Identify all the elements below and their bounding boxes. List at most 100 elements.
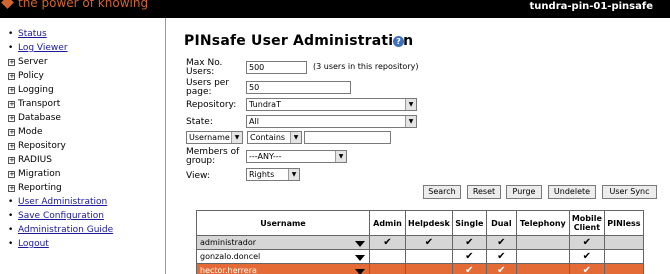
admin-cell[interactable]: ✔ [369,235,406,250]
filter-field-value: Username [189,133,230,142]
mobile-client-cell[interactable]: ✔ [568,249,605,264]
col-header-admin[interactable]: Admin [369,210,406,236]
filter-operator-select[interactable]: Contains ▼ [247,131,302,144]
expand-icon[interactable]: + [8,115,15,122]
admin-cell[interactable] [369,263,406,274]
expand-icon[interactable]: + [8,59,15,66]
filter-text-input[interactable] [304,131,391,144]
username-cell[interactable]: hector.herrera [196,263,370,274]
sidebar-item-migration[interactable]: + Migration [8,167,60,181]
expand-icon[interactable]: + [8,73,15,80]
sidebar-item-transport[interactable]: + Transport [8,97,60,111]
table-row[interactable]: administrador ✔ ✔ ✔ ✔ ✔ [196,235,644,250]
sidebar-link-save-configuration[interactable]: Save Configuration [18,211,104,221]
expand-icon[interactable]: + [8,171,15,178]
sidebar-item-save-configuration[interactable]: • Save Configuration [8,209,104,223]
sidebar-item-radius[interactable]: + RADIUS [8,153,52,167]
state-label: State: [186,117,213,127]
row-menu-icon[interactable] [355,269,365,274]
sidebar-item-server[interactable]: + Server [8,55,48,69]
telephony-cell[interactable] [515,235,570,250]
filter-operator-value: Contains [250,133,286,142]
col-header-mobile-line1: Mobile [571,214,602,223]
bullet-icon: • [8,43,14,53]
table-row[interactable]: hector.herrera ✔ ✔ ✔ [196,263,644,274]
expand-icon[interactable]: + [8,185,15,192]
sidebar-item-logout[interactable]: • Logout [8,237,49,251]
col-header-pinless[interactable]: PINless [603,210,644,236]
sidebar-label-repository: Repository [18,141,66,151]
username-cell[interactable]: gonzalo.doncel [196,249,370,264]
max-users-input[interactable]: 500 [246,61,307,74]
sidebar-link-logout[interactable]: Logout [18,239,49,249]
sidebar-item-repository[interactable]: + Repository [8,139,66,153]
col-header-username[interactable]: Username [196,210,370,236]
sidebar-item-reporting[interactable]: + Reporting [8,181,62,195]
reset-button[interactable]: Reset [467,185,501,199]
sidebar-item-user-administration[interactable]: • User Administration [8,195,107,209]
sidebar-item-logging[interactable]: + Logging [8,83,54,97]
row-menu-icon[interactable] [355,241,365,247]
sidebar-item-administration-guide[interactable]: • Administration Guide [8,223,113,237]
pinless-cell[interactable] [603,263,644,274]
bullet-icon: • [8,225,14,235]
dual-cell[interactable]: ✔ [485,249,517,264]
col-header-telephony[interactable]: Telephony [515,210,570,236]
single-cell[interactable]: ✔ [451,235,487,250]
sidebar-item-status[interactable]: • Status [8,27,47,41]
single-cell[interactable]: ✔ [451,263,487,274]
expand-icon[interactable]: + [8,101,15,108]
view-select[interactable]: Rights ▼ [246,168,300,181]
sidebar-item-policy[interactable]: + Policy [8,69,44,83]
telephony-cell[interactable] [515,249,570,264]
members-group-select[interactable]: ---ANY--- ▼ [246,150,347,163]
dual-cell[interactable]: ✔ [485,263,517,274]
dual-cell[interactable]: ✔ [485,235,517,250]
sidebar-item-mode[interactable]: + Mode [8,125,43,139]
telephony-cell[interactable] [515,263,570,274]
col-header-helpdesk[interactable]: Helpdesk [405,210,453,236]
admin-cell[interactable] [369,249,406,264]
purge-button[interactable]: Purge [506,185,542,199]
row-menu-icon[interactable] [355,255,365,261]
pinless-cell[interactable] [603,235,644,250]
sidebar-link-user-administration[interactable]: User Administration [18,197,107,207]
sidebar-item-database[interactable]: + Database [8,111,61,125]
sidebar-link-log-viewer[interactable]: Log Viewer [18,43,68,53]
expand-icon[interactable]: + [8,143,15,150]
sidebar-label-mode: Mode [18,127,43,137]
view-select-value: Rights [249,170,275,179]
helpdesk-cell[interactable] [405,263,453,274]
check-icon: ✔ [582,236,592,248]
filter-field-select[interactable]: Username ▼ [186,131,243,144]
repository-select[interactable]: TundraT ▼ [246,98,417,111]
mobile-client-cell[interactable]: ✔ [568,263,605,274]
table-row[interactable]: gonzalo.doncel ✔ ✔ ✔ [196,249,644,264]
col-header-dual[interactable]: Dual [485,210,517,236]
expand-icon[interactable]: + [8,87,15,94]
chevron-down-icon: ▼ [335,151,346,162]
max-users-label-line2: Users: [186,67,215,77]
helpdesk-cell[interactable] [405,249,453,264]
user-sync-button[interactable]: User Sync [602,185,657,199]
sidebar-item-log-viewer[interactable]: • Log Viewer [8,41,68,55]
col-header-mobile-client[interactable]: Mobile Client [568,210,605,236]
sidebar-link-administration-guide[interactable]: Administration Guide [18,225,113,235]
expand-icon[interactable]: + [8,129,15,136]
help-icon[interactable]: ? [393,36,404,47]
state-select[interactable]: All ▼ [246,115,417,128]
pinless-cell[interactable] [603,249,644,264]
username-cell[interactable]: administrador [196,235,370,250]
sidebar-link-status[interactable]: Status [18,29,47,39]
mobile-client-cell[interactable]: ✔ [568,235,605,250]
view-label: View: [186,171,210,181]
helpdesk-cell[interactable]: ✔ [405,235,453,250]
page-title: PINsafe User Administration [184,33,414,49]
expand-icon[interactable]: + [8,157,15,164]
col-header-single[interactable]: Single [451,210,487,236]
single-cell[interactable]: ✔ [451,249,487,264]
search-button[interactable]: Search [423,185,461,199]
undelete-button[interactable]: Undelete [548,185,596,199]
check-icon: ✔ [582,250,592,262]
users-per-page-input[interactable]: 50 [246,81,351,94]
